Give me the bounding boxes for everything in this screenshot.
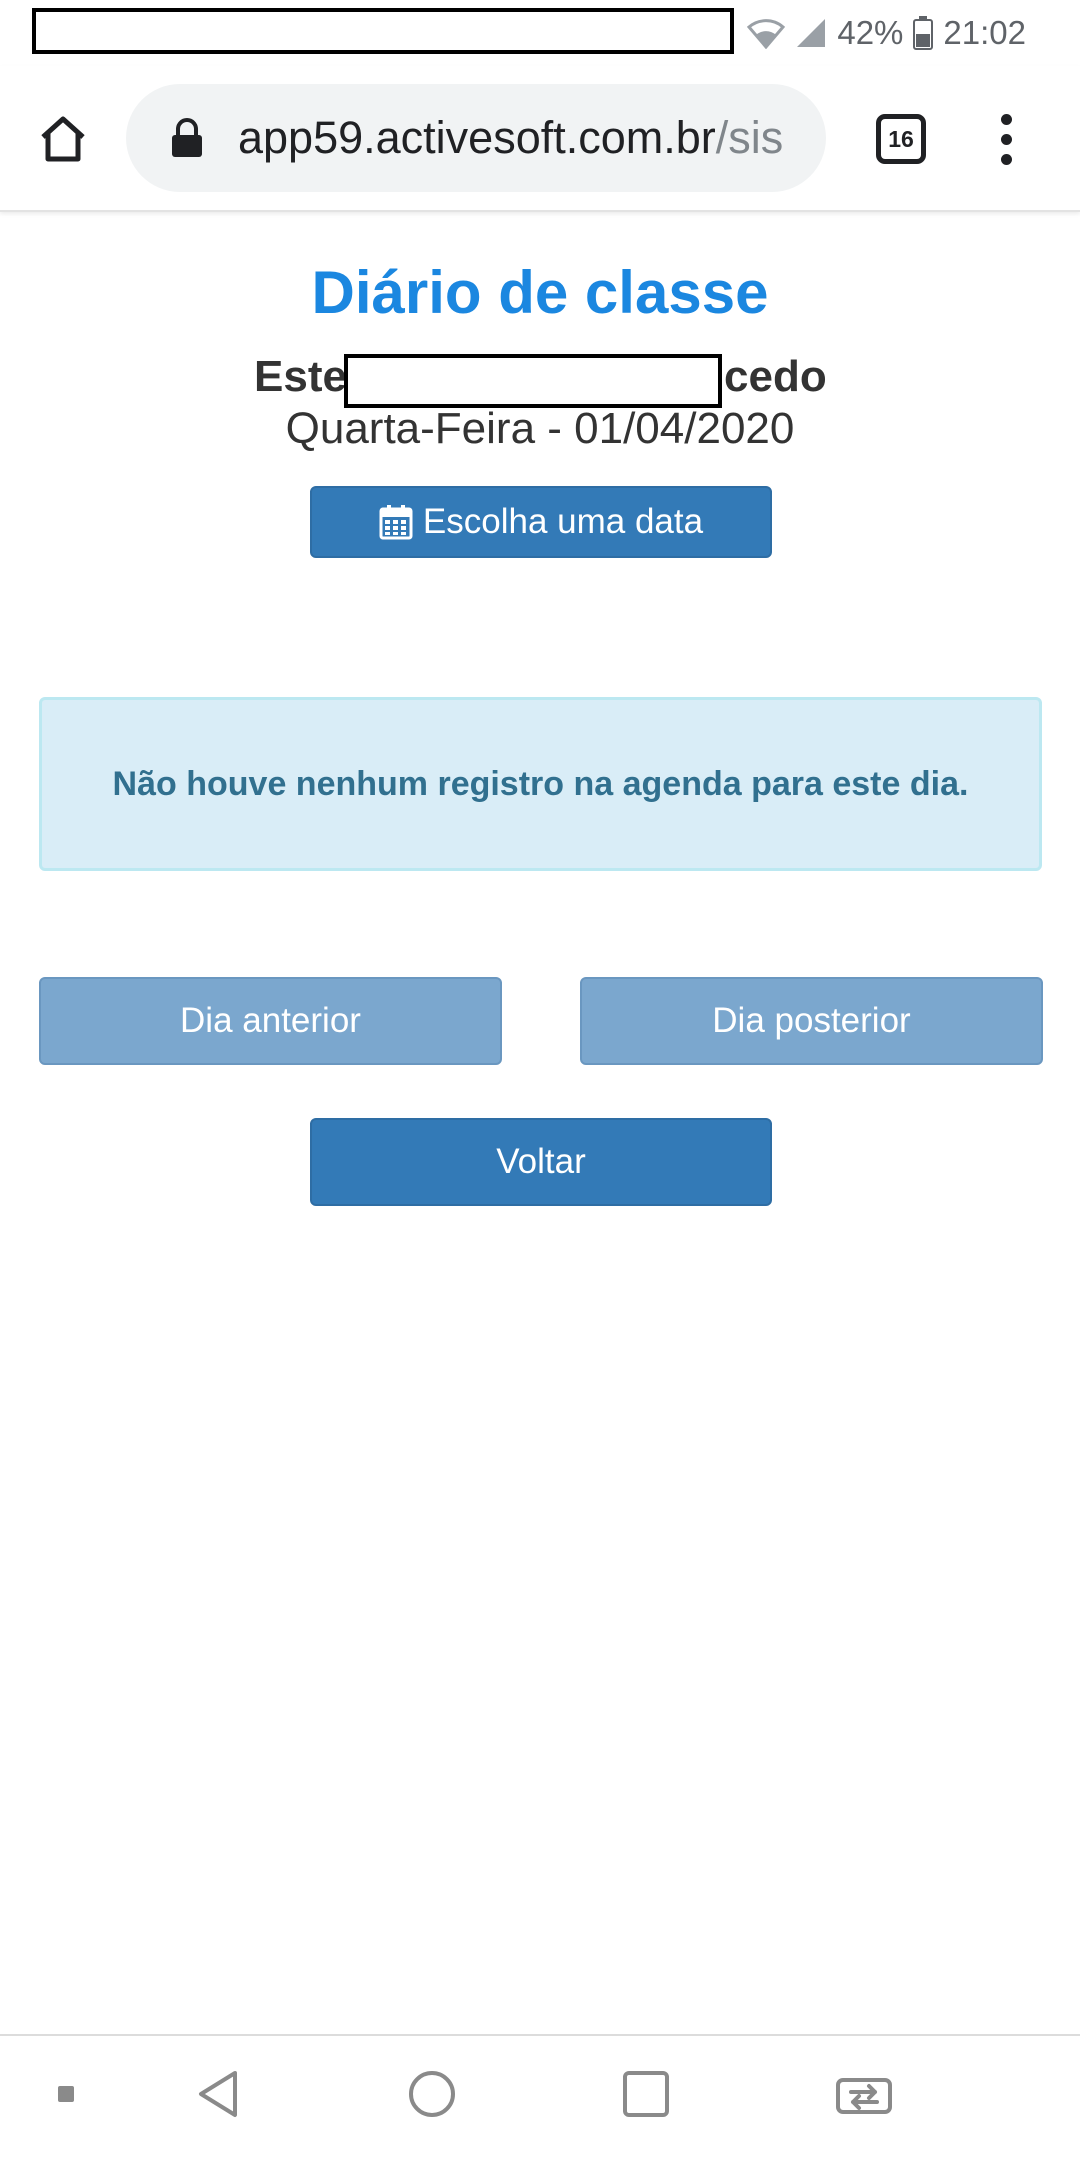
- url-path: /sis: [715, 112, 784, 163]
- nav-dot-button[interactable]: [54, 2082, 78, 2106]
- menu-dot-icon: [1000, 153, 1012, 165]
- empty-agenda-message: Não houve nenhum registro na agenda para…: [112, 764, 969, 803]
- browser-toolbar: app59.activesoft.com.br/sis 16: [0, 66, 1080, 212]
- switch-app-icon: [836, 2078, 892, 2114]
- url-host: app59.activesoft.com.br: [238, 112, 716, 163]
- back-button[interactable]: Voltar: [310, 1118, 772, 1206]
- home-icon: [41, 116, 85, 162]
- status-indicators: 42% 21:02: [747, 10, 1026, 56]
- redacted-notification-area: [32, 8, 734, 54]
- choose-date-button[interactable]: Escolha uma data: [310, 486, 772, 558]
- address-bar[interactable]: app59.activesoft.com.br/sis: [126, 84, 826, 192]
- battery-icon: [913, 16, 934, 50]
- tab-switcher-button[interactable]: 16: [876, 114, 926, 164]
- square-dot-icon: [58, 2086, 74, 2102]
- recents-square-icon: [623, 2071, 669, 2117]
- student-name-prefix: Este: [254, 352, 347, 401]
- nav-recents-button[interactable]: [618, 2066, 674, 2122]
- nav-home-button[interactable]: [404, 2066, 460, 2122]
- android-navigation-bar: [0, 2034, 1080, 2160]
- nav-back-button[interactable]: [190, 2066, 246, 2122]
- status-bar: 42% 21:02: [0, 0, 1080, 66]
- screen: 42% 21:02 app59.activesoft.com.br/sis 16…: [0, 0, 1080, 2160]
- url-text: app59.activesoft.com.br/sis: [238, 84, 806, 192]
- clock: 21:02: [943, 14, 1026, 51]
- previous-day-label: Dia anterior: [180, 1001, 361, 1040]
- home-button[interactable]: [30, 106, 96, 172]
- back-label: Voltar: [496, 1142, 586, 1181]
- lock-icon: [172, 118, 202, 157]
- menu-dot-icon: [1000, 113, 1012, 125]
- back-triangle-icon: [199, 2071, 237, 2117]
- wifi-icon: [747, 17, 786, 49]
- page-title: Diário de classe: [311, 259, 769, 326]
- tab-count: 16: [888, 125, 914, 152]
- cell-signal-icon: [795, 17, 827, 49]
- choose-date-label: Escolha uma data: [422, 502, 704, 541]
- student-name-suffix: cedo: [724, 352, 827, 401]
- menu-dot-icon: [1000, 133, 1012, 145]
- redacted-student-name: [344, 354, 722, 408]
- next-day-button[interactable]: Dia posterior: [580, 977, 1043, 1065]
- overflow-menu-button[interactable]: [988, 104, 1024, 174]
- calendar-icon: [379, 505, 413, 540]
- empty-agenda-alert: Não houve nenhum registro na agenda para…: [39, 697, 1042, 871]
- previous-day-button[interactable]: Dia anterior: [39, 977, 502, 1065]
- current-date: Quarta-Feira - 01/04/2020: [285, 404, 795, 453]
- battery-percent: 42%: [837, 14, 904, 51]
- next-day-label: Dia posterior: [712, 1001, 911, 1040]
- home-circle-icon: [409, 2071, 455, 2117]
- nav-switch-app-button[interactable]: [832, 2066, 896, 2122]
